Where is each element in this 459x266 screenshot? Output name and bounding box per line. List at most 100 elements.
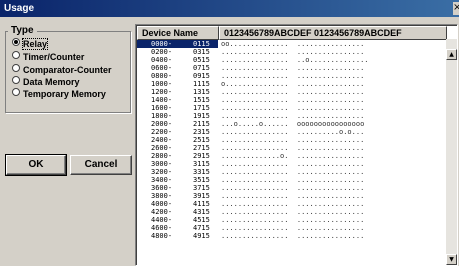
cancel-button[interactable]: Cancel (70, 155, 132, 175)
table-row[interactable]: 1600- 1715 ................ ..............… (137, 104, 445, 112)
usage-bitmap: ................ ................ (221, 192, 365, 200)
table-row[interactable]: 0600- 0715 ................ ..............… (137, 64, 445, 72)
range-start: 3200- (151, 168, 173, 176)
down-arrow-icon[interactable]: ▼ (446, 254, 457, 265)
range-start: 2000- (151, 120, 173, 128)
range-end: 4515 (193, 216, 210, 224)
usage-table[interactable]: Device Name 0123456789ABCDEF 0123456789A… (135, 24, 458, 266)
table-row[interactable]: 0000- 0115 oo.............. ..............… (137, 40, 445, 48)
device-range: 0200- 0315 (137, 48, 218, 56)
usage-bitmap: ................ ................ (221, 224, 365, 232)
radio-bullet-icon (12, 38, 20, 46)
table-row[interactable]: 3400- 3515 ................ ..............… (137, 176, 445, 184)
table-row[interactable]: 3000- 3115 ................ ..............… (137, 160, 445, 168)
radio-label: Data Memory (23, 77, 80, 87)
ok-button[interactable]: OK (5, 154, 67, 176)
usage-bitmap: ................ ..o.............. (221, 56, 369, 64)
usage-bitmap: ................ ................ (221, 208, 365, 216)
table-row[interactable]: 2200- 2315 ................ ..........o.o.… (137, 128, 445, 136)
range-start: 4200- (151, 208, 173, 216)
usage-bitmap: ................ ................ (221, 96, 365, 104)
range-start: 1800- (151, 112, 173, 120)
range-end: 2115 (193, 120, 210, 128)
usage-bitmap: ................ ................ (221, 104, 365, 112)
table-row[interactable]: 1000- 1115 o............... ..............… (137, 80, 445, 88)
range-start: 0200- (151, 48, 173, 56)
device-range: 3000- 3115 (137, 160, 218, 168)
radio-temporary-memory[interactable]: Temporary Memory (12, 88, 106, 100)
range-start: 2400- (151, 136, 173, 144)
range-end: 1115 (193, 80, 210, 88)
range-start: 4800- (151, 232, 173, 240)
range-start: 0600- (151, 64, 173, 72)
table-row[interactable]: 4600- 4715 ................ ..............… (137, 224, 445, 232)
radio-comparator-counter[interactable]: Comparator-Counter (12, 64, 112, 76)
range-end: 3315 (193, 168, 210, 176)
usage-bitmap: ................ ................ (221, 136, 365, 144)
device-range: 0800- 0915 (137, 72, 218, 80)
close-icon[interactable]: × (453, 2, 459, 15)
table-row[interactable]: 2000- 2115 ...o.....o...... oooooooooooooo… (137, 120, 445, 128)
range-end: 1315 (193, 88, 210, 96)
device-range: 2600- 2715 (137, 144, 218, 152)
range-start: 1200- (151, 88, 173, 96)
range-start: 4000- (151, 200, 173, 208)
vertical-scrollbar[interactable]: ▲ ▼ (446, 39, 457, 265)
range-end: 4715 (193, 224, 210, 232)
range-end: 2715 (193, 144, 210, 152)
table-row[interactable]: 2600- 2715 ................ ..............… (137, 144, 445, 152)
range-end: 4915 (193, 232, 210, 240)
radio-bullet-icon (12, 88, 20, 96)
table-row[interactable]: 0800- 0915 ................ ..............… (137, 72, 445, 80)
radio-label: Temporary Memory (23, 89, 106, 99)
range-end: 2515 (193, 136, 210, 144)
radio-label: Relay (21, 38, 49, 50)
range-end: 0715 (193, 64, 210, 72)
table-row[interactable]: 2800- 2915 ..............o. ..............… (137, 152, 445, 160)
range-end: 0915 (193, 72, 210, 80)
range-start: 0400- (151, 56, 173, 64)
radio-timer-counter[interactable]: Timer/Counter (12, 51, 84, 63)
range-end: 3715 (193, 184, 210, 192)
table-row[interactable]: 2400- 2515 ................ ..............… (137, 136, 445, 144)
device-range: 2000- 2115 (137, 120, 218, 128)
radio-relay[interactable]: Relay (12, 38, 49, 50)
table-row[interactable]: 4000- 4115 ................ ..............… (137, 200, 445, 208)
title-bar[interactable]: Usage × (0, 0, 459, 17)
range-start: 3800- (151, 192, 173, 200)
range-end: 2315 (193, 128, 210, 136)
table-row[interactable]: 1400- 1515 ................ ..............… (137, 96, 445, 104)
usage-dialog: Usage × Type Relay Timer/Counter Compara… (0, 0, 459, 266)
radio-bullet-icon (12, 76, 20, 84)
usage-bitmap: ..............o. ................ (221, 152, 365, 160)
column-header-bit-map[interactable]: 0123456789ABCDEF 0123456789ABCDEF (219, 26, 447, 40)
up-arrow-icon[interactable]: ▲ (446, 49, 457, 60)
range-start: 4600- (151, 224, 173, 232)
usage-bitmap: ................ ................ (221, 112, 365, 120)
device-range: 4400- 4515 (137, 216, 218, 224)
range-end: 3915 (193, 192, 210, 200)
range-start: 0800- (151, 72, 173, 80)
radio-data-memory[interactable]: Data Memory (12, 76, 80, 88)
device-range: 3600- 3715 (137, 184, 218, 192)
range-start: 3600- (151, 184, 173, 192)
table-row[interactable]: 3800- 3915 ................ ..............… (137, 192, 445, 200)
table-row[interactable]: 0200- 0315 ................ ..............… (137, 48, 445, 56)
device-range: 1200- 1315 (137, 88, 218, 96)
table-row[interactable]: 3200- 3315 ................ ..............… (137, 168, 445, 176)
device-range: 0600- 0715 (137, 64, 218, 72)
column-header-device-name[interactable]: Device Name (137, 26, 219, 40)
range-end: 4115 (193, 200, 210, 208)
table-row[interactable]: 1200- 1315 ................ ..............… (137, 88, 445, 96)
usage-bitmap: ................ ................ (221, 88, 365, 96)
table-row[interactable]: 4800- 4915 ................ ..............… (137, 232, 445, 240)
table-row[interactable]: 4200- 4315 ................ ..............… (137, 208, 445, 216)
table-row[interactable]: 0400- 0515 ................ ..o...........… (137, 56, 445, 64)
table-row[interactable]: 1800- 1915 ................ ..............… (137, 112, 445, 120)
range-end: 1715 (193, 104, 210, 112)
table-row[interactable]: 3600- 3715 ................ ..............… (137, 184, 445, 192)
table-row[interactable]: 4400- 4515 ................ ..............… (137, 216, 445, 224)
range-start: 2800- (151, 152, 173, 160)
range-start: 1600- (151, 104, 173, 112)
usage-bitmap: ................ ................ (221, 168, 365, 176)
